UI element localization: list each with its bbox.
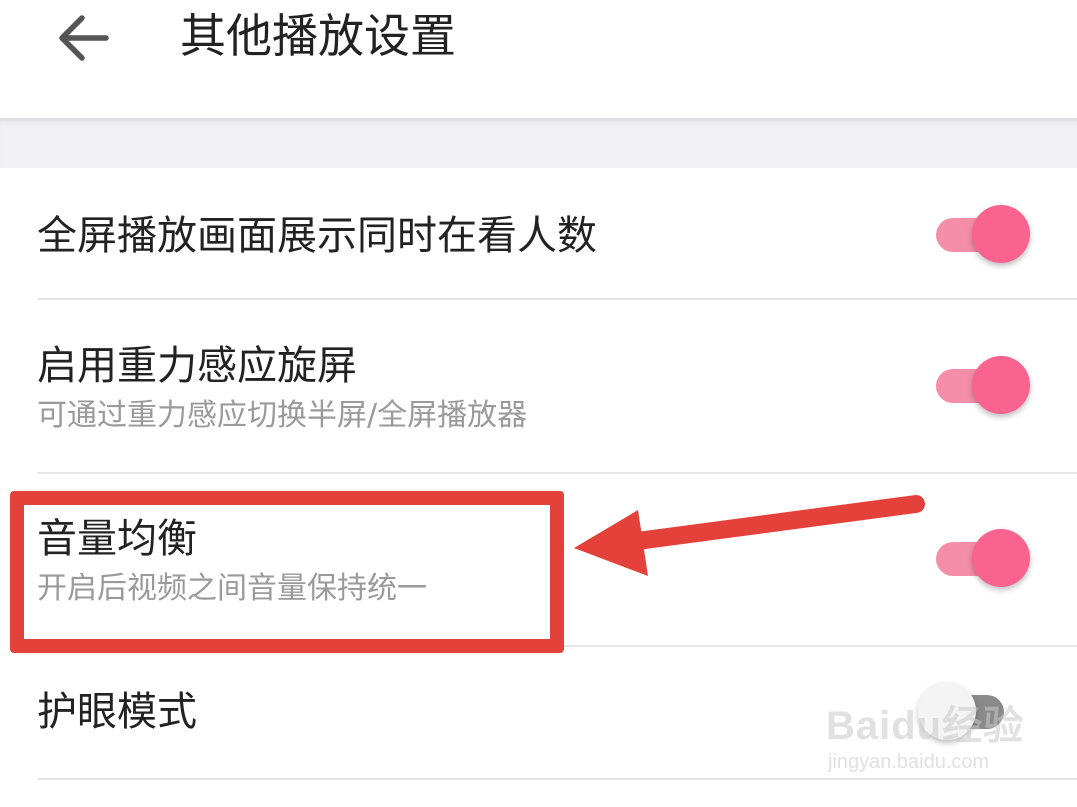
settings-page: 其他播放设置 全屏播放画面展示同时在看人数 启用重力感应旋屏 可通过重力感应切换… <box>0 0 1077 807</box>
toggle-thumb <box>918 682 976 740</box>
setting-row-volume-balance[interactable]: 音量均衡 开启后视频之间音量保持统一 <box>0 473 1077 646</box>
gravity-rotate-toggle[interactable] <box>936 354 1036 416</box>
setting-row-viewer-count[interactable]: 全屏播放画面展示同时在看人数 <box>0 168 1077 300</box>
setting-row-eye-protection[interactable]: 护眼模式 <box>0 646 1077 779</box>
setting-label: 全屏播放画面展示同时在看人数 <box>37 213 597 259</box>
setting-label: 护眼模式 <box>37 689 197 735</box>
page-title: 其他播放设置 <box>180 9 456 63</box>
toggle-thumb <box>972 529 1030 587</box>
volume-balance-toggle[interactable] <box>936 527 1036 589</box>
setting-row-gravity-rotate[interactable]: 启用重力感应旋屏 可通过重力感应切换半屏/全屏播放器 <box>0 300 1077 473</box>
setting-subtitle: 可通过重力感应切换半屏/全屏播放器 <box>37 398 528 433</box>
setting-label: 音量均衡 <box>37 516 197 562</box>
divider <box>37 778 1077 780</box>
setting-label: 启用重力感应旋屏 <box>37 343 357 389</box>
section-gap <box>0 118 1077 168</box>
arrow-left-icon <box>59 15 109 61</box>
eye-protection-toggle[interactable] <box>914 680 1014 742</box>
viewer-count-toggle[interactable] <box>936 203 1036 265</box>
setting-subtitle: 开启后视频之间音量保持统一 <box>37 571 427 606</box>
toggle-thumb <box>972 205 1030 263</box>
top-bar: 其他播放设置 <box>0 0 1077 118</box>
toggle-thumb <box>972 356 1030 414</box>
back-button[interactable] <box>52 10 116 66</box>
